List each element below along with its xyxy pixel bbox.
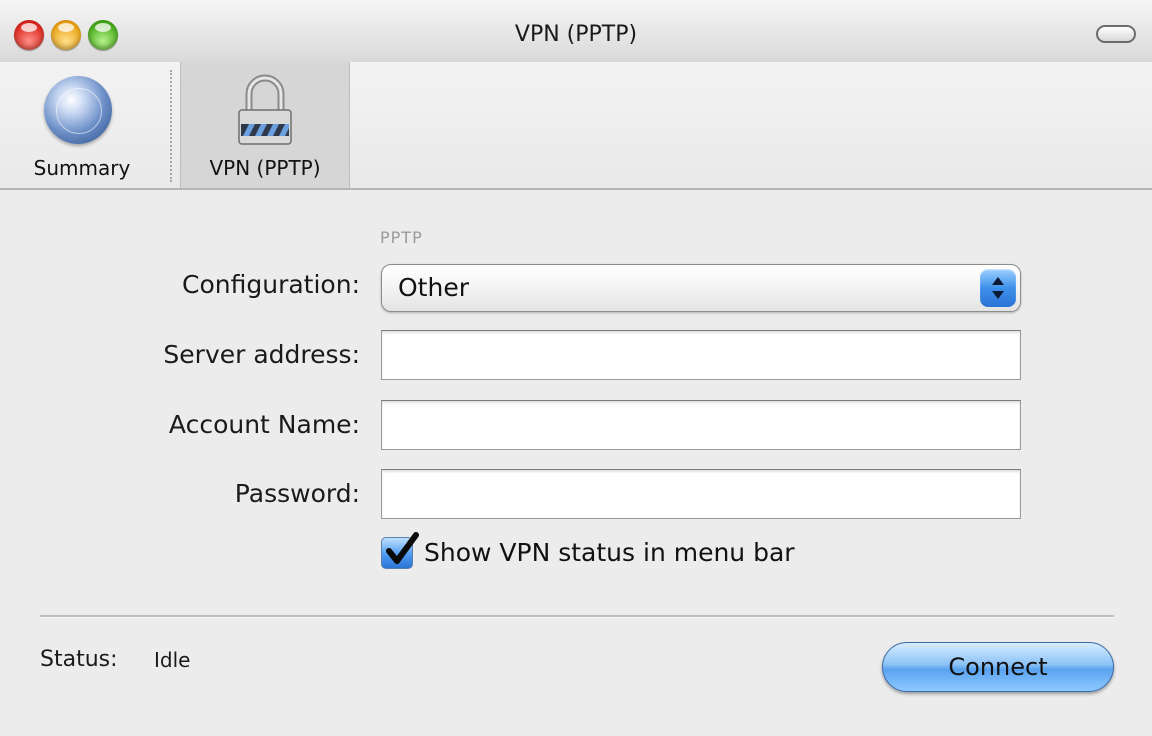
configuration-select-value: Other — [398, 273, 469, 302]
toolbar: Summary VPN (PPTP) — [0, 62, 1152, 190]
password-label: Password: — [234, 479, 360, 508]
configuration-select[interactable]: Other — [381, 264, 1021, 312]
configuration-label: Configuration: — [182, 270, 360, 299]
connect-button[interactable]: Connect — [882, 642, 1114, 692]
globe-icon — [44, 76, 112, 144]
status-label: Status: — [40, 647, 118, 672]
toolbar-item-vpn-pptp[interactable]: VPN (PPTP) — [180, 62, 350, 188]
account-name-label: Account Name: — [168, 410, 360, 439]
show-vpn-status-checkbox[interactable] — [381, 532, 419, 569]
server-address-field[interactable] — [381, 330, 1021, 380]
server-address-label: Server address: — [163, 340, 360, 369]
toolbar-item-label: Summary — [33, 156, 131, 180]
divider — [40, 615, 1114, 618]
lock-icon — [238, 74, 292, 145]
window-title: VPN (PPTP) — [514, 22, 638, 47]
account-name-field[interactable] — [381, 400, 1021, 450]
toolbar-separator — [170, 70, 172, 182]
chevron-up-down-icon — [980, 269, 1016, 307]
section-label-pptp: PPTP — [380, 228, 423, 247]
status-value: Idle — [154, 648, 191, 672]
title-bar[interactable]: VPN (PPTP) — [0, 0, 1152, 62]
toolbar-toggle-button[interactable] — [1096, 25, 1136, 43]
toolbar-item-label: VPN (PPTP) — [209, 156, 321, 180]
toolbar-item-summary[interactable]: Summary — [12, 62, 152, 188]
show-vpn-status-label[interactable]: Show VPN status in menu bar — [424, 538, 795, 567]
password-field[interactable] — [381, 469, 1021, 519]
vpn-window: VPN (PPTP) Summary VPN (PPTP) PPTP Confi… — [0, 0, 1152, 736]
checkmark-icon — [386, 532, 419, 564]
